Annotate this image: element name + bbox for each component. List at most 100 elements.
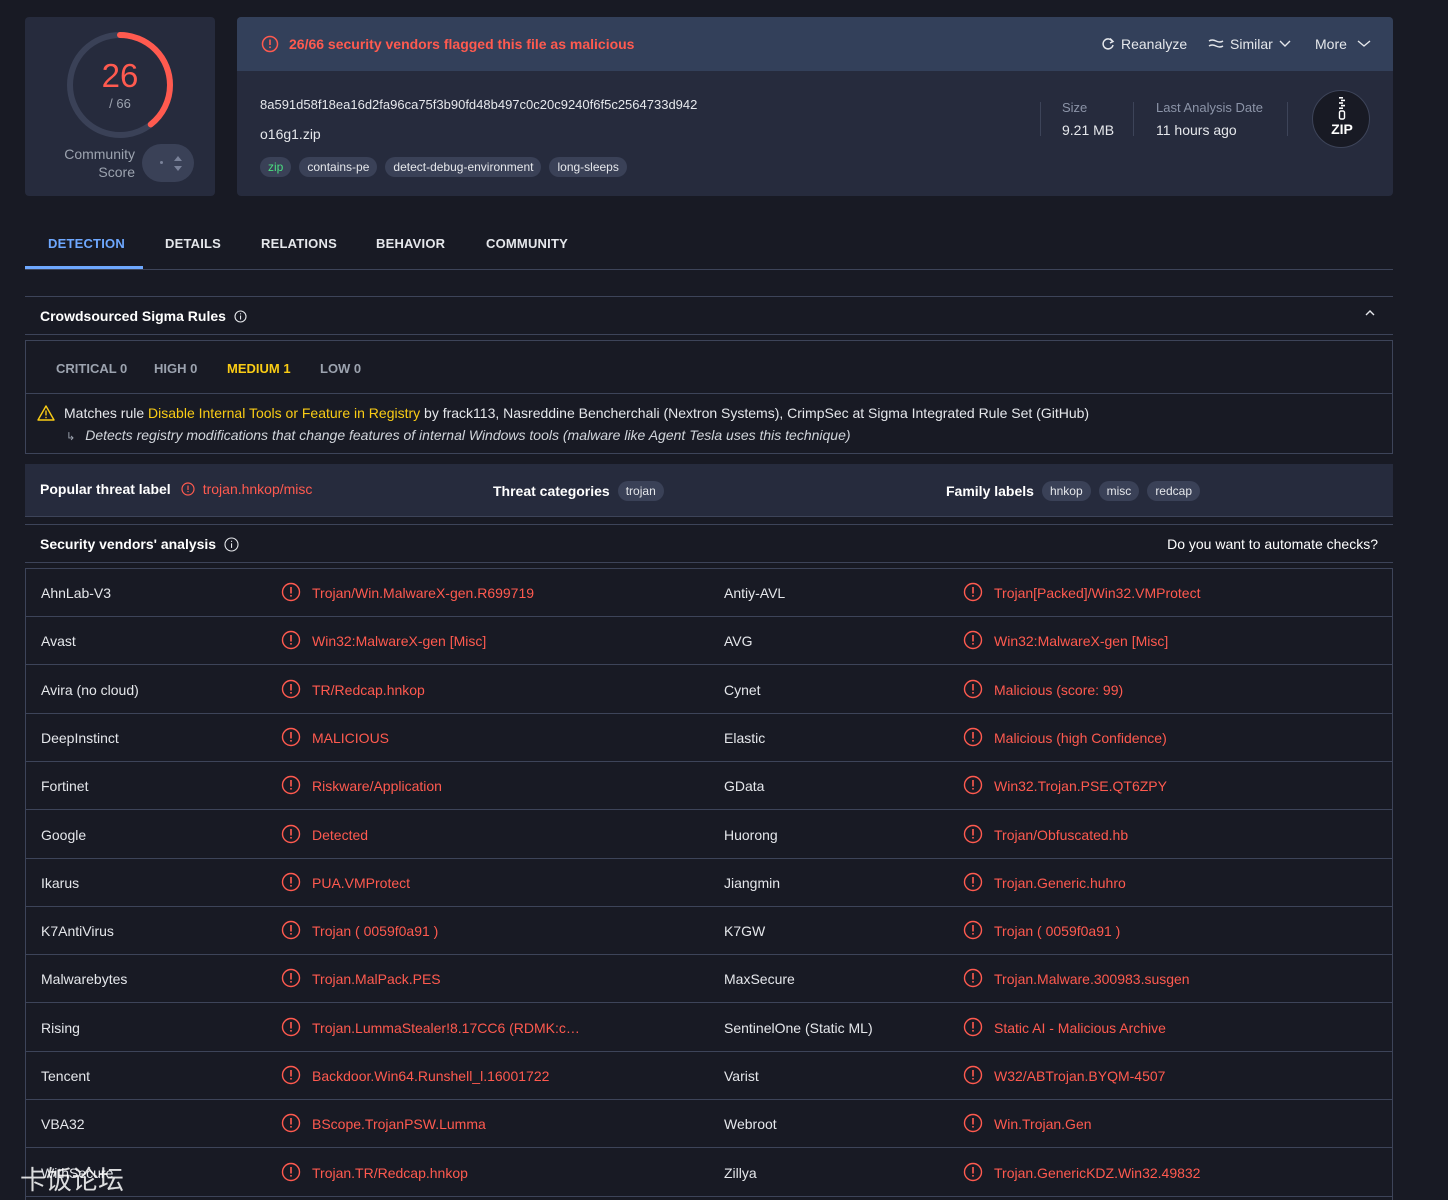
size-value: 9.21 MB: [1062, 122, 1115, 138]
vendor-name: Avira (no cloud): [41, 681, 139, 698]
file-tag[interactable]: long-sleeps: [549, 157, 627, 177]
vendor-verdict[interactable]: Win.Trojan.Gen: [994, 1116, 1092, 1132]
vendor-name: AVG: [724, 633, 753, 650]
severity-tab-critical[interactable]: CRITICAL 0: [56, 361, 127, 376]
alert-circle-icon: [281, 824, 301, 849]
vendor-verdict[interactable]: Trojan.Generic.huhro: [994, 875, 1126, 891]
tab-community[interactable]: COMMUNITY: [486, 236, 568, 251]
vendor-verdict[interactable]: Malicious (score: 99): [994, 682, 1123, 698]
chevron-down-icon: [1357, 40, 1371, 47]
vendor-name: Cynet: [724, 681, 761, 698]
severity-tab-medium[interactable]: MEDIUM 1: [227, 361, 291, 376]
vendor-verdict[interactable]: TR/Redcap.hnkop: [312, 682, 425, 698]
vendor-verdict[interactable]: Static AI - Malicious Archive: [994, 1020, 1166, 1036]
alert-circle-icon: [963, 872, 983, 897]
vendor-verdict[interactable]: Riskware/Application: [312, 778, 442, 794]
tab-detection[interactable]: DETECTION: [48, 236, 125, 251]
alert-circle-icon: [281, 1017, 301, 1042]
vendor-name: Varist: [724, 1068, 759, 1084]
vendor-verdict[interactable]: Trojan.Malware.300983.susgen: [994, 971, 1190, 987]
alert-circle-icon: [963, 727, 983, 752]
file-hash[interactable]: 8a591d58f18ea16d2fa96ca75f3b90fd48b497c0…: [260, 97, 697, 112]
filetype-label: ZIP: [1331, 121, 1353, 137]
file-tag[interactable]: contains-pe: [299, 157, 378, 177]
vendor-name: Elastic: [724, 729, 766, 746]
vendor-verdict[interactable]: Trojan ( 0059f0a91 ): [312, 923, 438, 939]
vendor-verdict[interactable]: Win32:MalwareX-gen [Misc]: [994, 633, 1168, 649]
vendor-verdict[interactable]: PUA.VMProtect: [312, 875, 410, 891]
vendor-verdict[interactable]: Trojan.MalPack.PES: [312, 971, 441, 987]
table-row: DeepInstinct MALICIOUS Elastic Malicious (h…: [26, 714, 1392, 762]
sigma-rule-description: ↳ Detects registry modifications that cha…: [66, 427, 851, 443]
vendor-name: Jiangmin: [724, 874, 781, 891]
vote-up-icon[interactable]: [174, 156, 182, 161]
vendor-verdict[interactable]: Win32:MalwareX-gen [Misc]: [312, 633, 486, 649]
table-row: WithSecure Trojan.TR/Redcap.hnkop Zillya Tr…: [26, 1149, 1392, 1197]
severity-tab-high[interactable]: HIGH 0: [154, 361, 197, 376]
table-row: Avast Win32:MalwareX-gen [Misc] AVG Win32:M…: [26, 617, 1392, 666]
popular-threat-value[interactable]: trojan.hnkop/misc: [203, 481, 313, 497]
info-icon[interactable]: [224, 536, 239, 552]
vendor-verdict[interactable]: Win32.Trojan.PSE.QT6ZPY: [994, 778, 1167, 794]
alert-circle-icon: [281, 775, 301, 800]
sigma-rule-link[interactable]: Disable Internal Tools or Feature in Reg…: [148, 405, 420, 421]
zipper-icon: [1338, 97, 1346, 120]
vendor-name: Fortinet: [41, 778, 89, 795]
threat-category-tag[interactable]: trojan: [617, 481, 664, 501]
family-tag[interactable]: misc: [1098, 481, 1140, 501]
meta-divider: [1133, 102, 1134, 136]
chevron-up-icon[interactable]: [1365, 309, 1375, 317]
vendor-verdict[interactable]: BScope.TrojanPSW.Lumma: [312, 1116, 486, 1132]
vendor-name: Antiy-AVL: [724, 585, 786, 601]
reanalyze-label: Reanalyze: [1121, 36, 1188, 52]
alert-circle-icon: [963, 1017, 983, 1042]
file-tag[interactable]: detect-debug-environment: [385, 157, 542, 177]
alert-circle-icon: [261, 35, 279, 53]
popular-threat-group: Popular threat label trojan.hnkop/misc: [40, 481, 312, 497]
alert-circle-icon: [963, 1113, 983, 1138]
vendor-name: AhnLab-V3: [41, 585, 112, 601]
vendor-verdict[interactable]: Backdoor.Win64.Runshell_l.16001722: [312, 1068, 549, 1084]
vendor-name: GData: [724, 778, 765, 795]
table-row: Malwarebytes Trojan.MalPack.PES MaxSecure T…: [26, 955, 1392, 1004]
vendor-verdict[interactable]: Trojan ( 0059f0a91 ): [994, 923, 1120, 939]
malicious-alert-text: 26/66 security vendors flagged this file…: [289, 36, 635, 52]
family-labels-label: Family labels: [946, 483, 1034, 499]
vendor-name: MaxSecure: [724, 971, 795, 988]
vendor-verdict[interactable]: Trojan.LummaStealer!8.17CC6 (RDMK:c…: [312, 1020, 580, 1036]
vendor-verdict[interactable]: Trojan/Win.MalwareX-gen.R699719: [312, 585, 534, 601]
file-tag[interactable]: zip: [260, 157, 292, 177]
vendor-verdict[interactable]: W32/ABTrojan.BYQM-4507: [994, 1068, 1165, 1084]
file-header-card: 26/66 security vendors flagged this file…: [237, 17, 1393, 196]
family-tag[interactable]: redcap: [1147, 481, 1201, 501]
vendor-verdict[interactable]: Trojan.TR/Redcap.hnkop: [312, 1165, 468, 1181]
vendor-verdict[interactable]: Trojan.GenericKDZ.Win32.49832: [994, 1165, 1200, 1181]
alert-circle-icon: [281, 920, 301, 945]
more-button[interactable]: More: [1315, 36, 1371, 52]
automate-checks-link[interactable]: Do you want to automate checks?: [1167, 536, 1378, 552]
severity-tab-low[interactable]: LOW 0: [320, 361, 361, 376]
reanalyze-button[interactable]: Reanalyze: [1101, 36, 1187, 52]
vendor-verdict[interactable]: Detected: [312, 827, 368, 843]
vote-down-icon[interactable]: [174, 166, 182, 171]
community-score-label: Community Score: [64, 146, 135, 180]
vendor-name: Rising: [41, 1019, 80, 1036]
vendor-verdict[interactable]: Trojan[Packed]/Win32.VMProtect: [994, 585, 1200, 601]
tab-details[interactable]: DETAILS: [165, 236, 221, 251]
tab-behavior[interactable]: BEHAVIOR: [376, 236, 445, 251]
info-icon[interactable]: [234, 309, 247, 323]
sigma-rules-header[interactable]: Crowdsourced Sigma Rules: [25, 296, 1393, 335]
vendor-verdict[interactable]: MALICIOUS: [312, 730, 389, 746]
community-vote-toggle[interactable]: [142, 144, 194, 182]
family-tag[interactable]: hnkop: [1041, 481, 1091, 501]
tab-relations[interactable]: RELATIONS: [261, 236, 337, 251]
last-analysis-label: Last Analysis Date: [1156, 100, 1263, 115]
alert-circle-icon: [281, 1162, 301, 1187]
vendor-verdict[interactable]: Trojan/Obfuscated.hb: [994, 827, 1128, 843]
similar-button[interactable]: Similar: [1208, 36, 1291, 52]
vendor-verdict[interactable]: Malicious (high Confidence): [994, 730, 1167, 746]
vendor-name: Tencent: [41, 1068, 91, 1084]
refresh-icon: [1102, 37, 1115, 50]
detection-total: / 66: [109, 96, 131, 111]
vendor-name: K7GW: [724, 923, 766, 940]
